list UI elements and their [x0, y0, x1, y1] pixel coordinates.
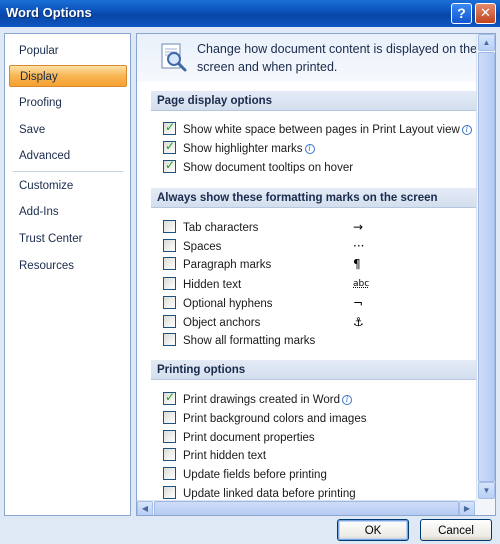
section-page-display: Page display options	[151, 91, 476, 111]
panel-header: Change how document content is displayed…	[137, 34, 476, 82]
sidebar-item-resources[interactable]: Resources	[9, 255, 127, 277]
horizontal-scrollbar[interactable]: ◀ ▶	[137, 500, 476, 515]
option-tab-characters[interactable]: Tab characters →	[163, 220, 363, 238]
checkbox[interactable]: ✓	[163, 120, 176, 135]
checkbox[interactable]	[163, 239, 176, 252]
checkbox[interactable]	[163, 277, 176, 290]
hidden-text-icon: abc	[353, 279, 370, 289]
info-icon: i	[304, 144, 315, 154]
scroll-right-button[interactable]: ▶	[459, 501, 475, 515]
checkbox[interactable]	[163, 315, 176, 328]
scroll-left-button[interactable]: ◀	[137, 501, 153, 515]
option-optional-hyphens[interactable]: Optional hyphens ¬	[163, 296, 363, 314]
option-show-tooltips[interactable]: ✓ Show document tooltips on hover	[163, 158, 353, 178]
scrollbar-corner	[476, 500, 495, 515]
option-print-properties[interactable]: Print document properties	[163, 430, 315, 448]
checkbox[interactable]: ✓	[163, 390, 176, 405]
section-printing: Printing options	[151, 360, 476, 380]
close-button[interactable]: ✕	[475, 3, 496, 24]
help-button[interactable]: ?	[451, 3, 472, 24]
ok-button[interactable]: OK	[337, 519, 409, 541]
sidebar-item-customize[interactable]: Customize	[9, 175, 127, 197]
checkbox[interactable]: ✓	[163, 158, 176, 173]
sidebar-item-trust-center[interactable]: Trust Center	[9, 228, 127, 250]
checkbox[interactable]	[163, 411, 176, 424]
scroll-down-button[interactable]: ▼	[478, 482, 495, 499]
checkbox[interactable]: ✓	[163, 139, 176, 154]
checkbox[interactable]	[163, 333, 176, 346]
chevron-up-icon: ▲	[482, 38, 491, 47]
chevron-down-icon: ▼	[482, 486, 491, 495]
checkbox[interactable]	[163, 486, 176, 499]
tab-mark-icon: →	[353, 220, 364, 234]
title-bar: Word Options ? ✕	[0, 0, 500, 27]
options-panel: Change how document content is displayed…	[136, 33, 496, 516]
check-icon: ✓	[165, 120, 176, 134]
option-print-background[interactable]: Print background colors and images	[163, 411, 366, 429]
vertical-scrollbar[interactable]: ▲ ▼	[476, 34, 495, 500]
help-icon: ?	[457, 5, 466, 21]
scroll-up-button[interactable]: ▲	[478, 34, 495, 51]
checkbox[interactable]	[163, 257, 176, 270]
sidebar-item-save[interactable]: Save	[9, 119, 127, 141]
option-show-highlighter[interactable]: ✓ Show highlighter marks i	[163, 139, 315, 159]
sidebar-item-advanced[interactable]: Advanced	[9, 145, 127, 167]
checkbox[interactable]	[163, 448, 176, 461]
check-icon: ✓	[165, 390, 176, 404]
checkbox[interactable]	[163, 220, 176, 233]
sidebar-item-add-ins[interactable]: Add-Ins	[9, 201, 127, 223]
option-hidden-text[interactable]: Hidden text abc	[163, 277, 369, 295]
option-show-all-marks[interactable]: Show all formatting marks	[163, 333, 315, 351]
checkbox[interactable]	[163, 296, 176, 309]
info-icon: i	[342, 395, 353, 405]
sidebar-item-popular[interactable]: Popular	[9, 40, 127, 62]
sidebar-divider	[13, 171, 123, 172]
options-content: Change how document content is displayed…	[137, 34, 476, 500]
horizontal-scroll-thumb[interactable]	[154, 501, 459, 515]
option-print-hidden-text[interactable]: Print hidden text	[163, 448, 266, 466]
section-formatting-marks: Always show these formatting marks on th…	[151, 188, 476, 208]
close-icon: ✕	[480, 5, 491, 20]
pilcrow-icon: ¶	[353, 257, 361, 271]
options-sidebar: Popular Display Proofing Save Advanced C…	[4, 33, 131, 516]
option-paragraph-marks[interactable]: Paragraph marks ¶	[163, 257, 361, 275]
cancel-button[interactable]: Cancel	[420, 519, 492, 541]
option-print-drawings[interactable]: ✓ Print drawings created in Word i	[163, 390, 353, 410]
panel-description: Change how document content is displayed…	[197, 42, 476, 74]
option-update-linked-data[interactable]: Update linked data before printing	[163, 486, 356, 500]
check-icon: ✓	[165, 158, 176, 172]
vertical-scroll-thumb[interactable]	[478, 52, 495, 482]
check-icon: ✓	[165, 139, 176, 153]
window-title: Word Options	[6, 5, 92, 20]
option-show-white-space[interactable]: ✓ Show white space between pages in Print…	[163, 120, 472, 140]
checkbox[interactable]	[163, 467, 176, 480]
chevron-left-icon: ◀	[141, 504, 149, 513]
magnifier-document-icon	[161, 43, 187, 72]
option-object-anchors[interactable]: Object anchors ⚓	[163, 315, 364, 333]
option-spaces[interactable]: Spaces ···	[163, 239, 364, 257]
info-icon: i	[461, 125, 472, 135]
space-mark-icon: ···	[353, 239, 365, 253]
optional-hyphen-icon: ¬	[353, 296, 364, 310]
sidebar-item-display[interactable]: Display	[9, 65, 127, 87]
chevron-right-icon: ▶	[463, 504, 471, 513]
anchor-icon: ⚓	[353, 315, 364, 329]
checkbox[interactable]	[163, 430, 176, 443]
option-update-fields[interactable]: Update fields before printing	[163, 467, 327, 485]
sidebar-item-proofing[interactable]: Proofing	[9, 92, 127, 114]
